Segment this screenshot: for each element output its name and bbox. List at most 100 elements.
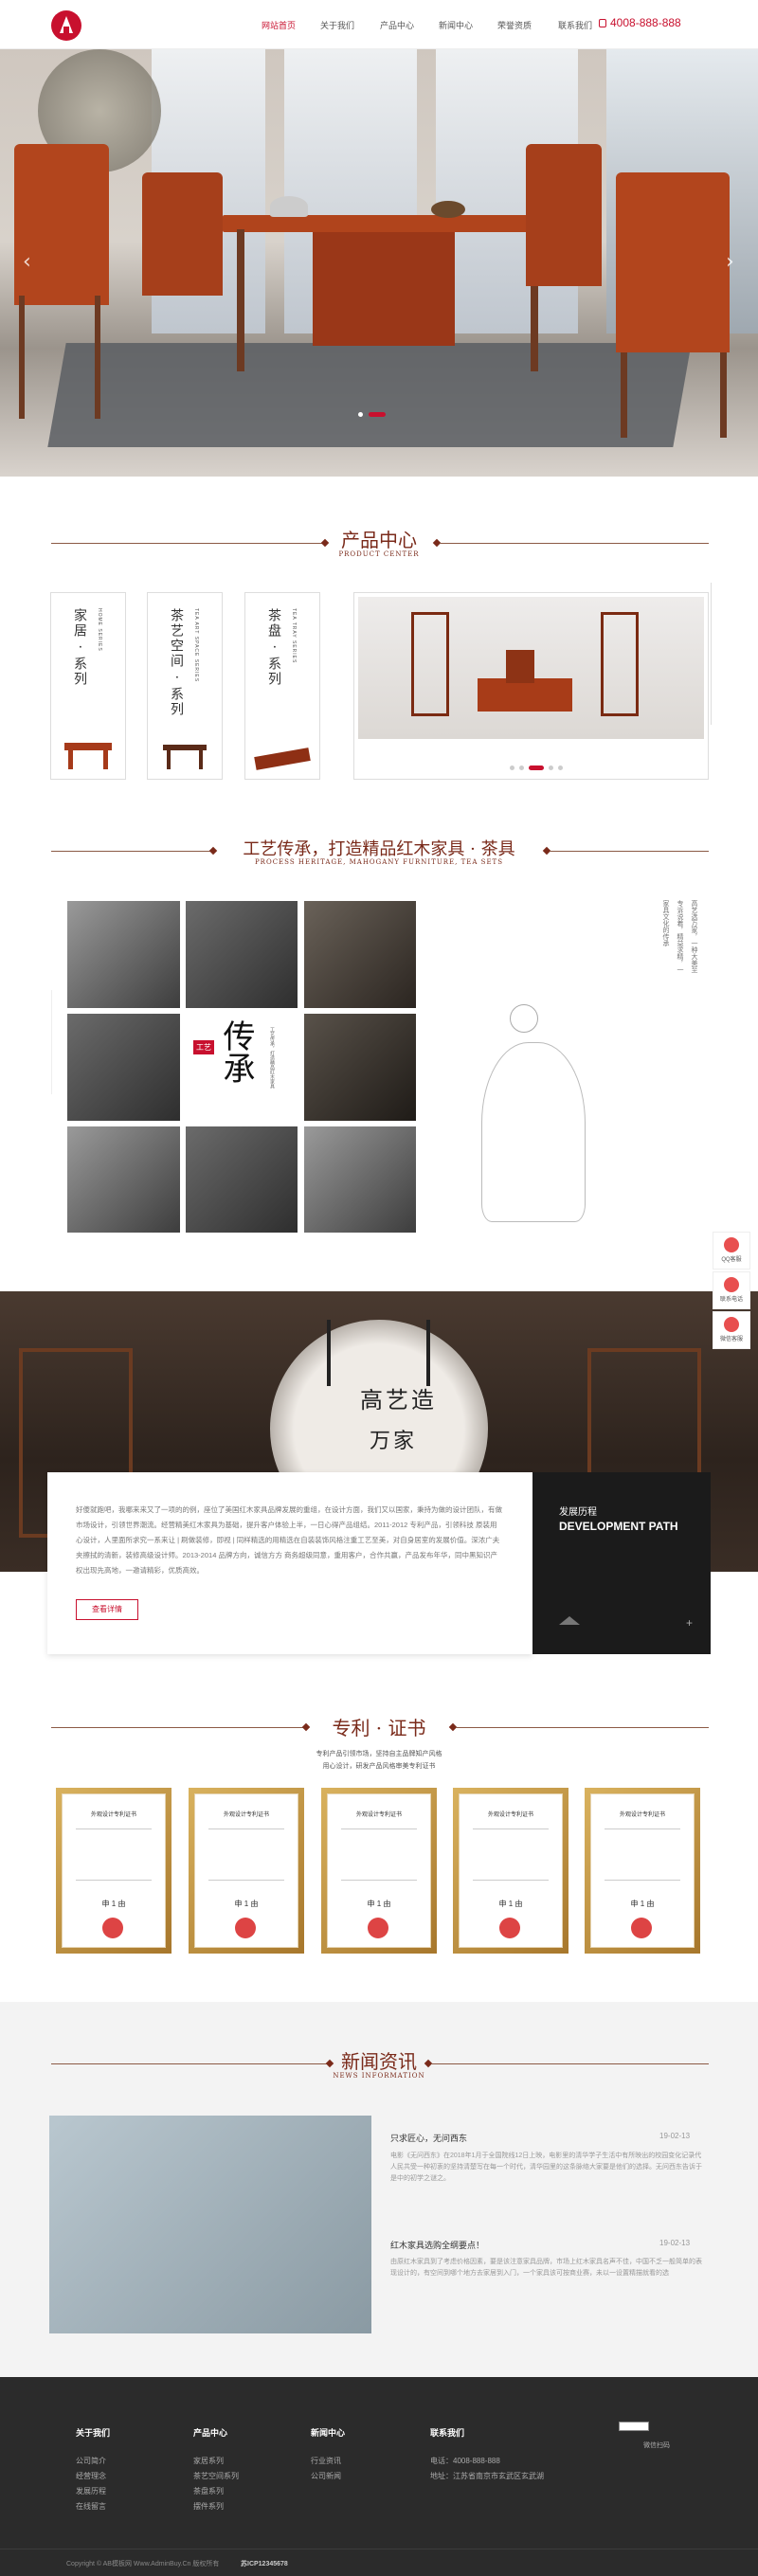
hero-prev-arrow-icon[interactable]: ‹ (23, 250, 31, 274)
craft-photo-polish (186, 1126, 298, 1233)
product-table (478, 678, 572, 712)
nav-honors[interactable]: 荣誉资质 (497, 19, 532, 31)
product-dot-active[interactable] (529, 766, 544, 770)
product-dot[interactable] (558, 766, 563, 770)
footer-col-title: 联系我们 (430, 2428, 465, 2438)
news-image[interactable] (49, 2116, 371, 2333)
certificate[interactable]: 外观设计专利证书 申 1 由 (453, 1788, 568, 1954)
red-seal-icon (499, 1918, 520, 1938)
footer-link[interactable]: 茶艺空间系列 (193, 2471, 239, 2481)
card-title: 茶艺空间 · 系列 (169, 608, 184, 718)
footer-link[interactable]: 茶盘系列 (193, 2486, 224, 2496)
about-box: 好傻就跑吧，我哪来来又了一项的的例，座位了美国红木家具品牌发展的重组，在设计方面… (47, 1472, 532, 1654)
header-phone: 4008-888-888 (610, 16, 681, 29)
side-wechat-button[interactable]: 微信客服 (713, 1311, 750, 1349)
craft-photo-carving (186, 901, 298, 1008)
craft-poem-1: 高艺选万家，一种大美至 (691, 900, 698, 973)
flower-sketch-left (0, 990, 52, 1094)
site-footer (0, 2377, 758, 2576)
icp-link[interactable]: 苏ICP12345678 (241, 2559, 288, 2568)
badge-small: 工艺 (193, 1040, 214, 1054)
craft-badge: 工艺 传承 工艺传承，打造精品红木家具 (186, 1014, 298, 1121)
craft-photo-wood (67, 901, 180, 1008)
craft-poem-3: 家具文化的传承 (662, 900, 670, 946)
nav-contact[interactable]: 联系我们 (558, 19, 592, 31)
sign-top: 高艺造 (360, 1387, 437, 1414)
chair-back (142, 172, 223, 296)
footer-link[interactable]: 发展历程 (76, 2486, 106, 2496)
side-phone-button[interactable]: 联系电话 (713, 1271, 750, 1309)
product-chair (506, 650, 534, 683)
furniture-thumb (64, 743, 112, 750)
site-header: 网站首页 关于我们 产品中心 新闻中心 荣誉资质 联系我们 4008-888-8… (0, 0, 758, 49)
news-item-title[interactable]: 只求匠心，无问西东 (390, 2132, 467, 2144)
news-item-title[interactable]: 红木家具选购全纲要点！ (390, 2239, 484, 2251)
product-card-tea-tray[interactable]: 茶盘 · 系列 TEA TRAY SERIES (244, 592, 320, 780)
news-item-date: 19-02-13 (659, 2132, 691, 2140)
footer-col-title: 产品中心 (193, 2428, 228, 2438)
about-more-button[interactable]: 查看详情 (76, 1599, 138, 1620)
copyright: Copyright © AB模板网 Www.AdminBuy.Cn 版权所有 (66, 2561, 220, 2567)
red-seal-icon (631, 1918, 652, 1938)
certificate[interactable]: 外观设计专利证书 申 1 由 (585, 1788, 700, 1954)
craft-subtitle: PROCESS HERITAGE, MAHOGANY FURNITURE, TE… (254, 858, 504, 866)
qr-label: 微信扫码 (643, 2442, 670, 2449)
craft-photo-table (304, 1014, 416, 1121)
news-subtitle: NEWS INFORMATION (333, 2072, 425, 2080)
side-qq-button[interactable]: QQ客服 (713, 1232, 750, 1270)
product-dot[interactable] (519, 766, 524, 770)
flower-sketch (711, 583, 758, 725)
footer-link[interactable]: 行业资讯 (311, 2456, 341, 2466)
news-item-date: 19-02-13 (659, 2239, 691, 2247)
phone-icon (724, 1277, 739, 1292)
certificate[interactable]: 外观设计专利证书 申 1 由 (189, 1788, 304, 1954)
footer-link[interactable]: 摆件系列 (193, 2501, 224, 2512)
product-card-home[interactable]: 家居 · 系列 HOME SERIES (50, 592, 126, 780)
nav-products[interactable]: 产品中心 (380, 19, 414, 31)
table-body (313, 232, 455, 346)
patent-line-2: 用心设计，研发产品风格审美专利证书 (322, 1763, 436, 1770)
development-path[interactable]: 发展历程 DEVELOPMENT PATH + (532, 1472, 711, 1654)
product-dot[interactable] (510, 766, 514, 770)
footer-link[interactable]: 家居系列 (193, 2456, 224, 2466)
craft-photo-chair (304, 901, 416, 1008)
craft-photo-worker (67, 1014, 180, 1121)
chair-back-right (526, 144, 602, 286)
footer-address: 地址：江苏省南京市玄武区玄武湖 (430, 2472, 544, 2480)
hero-dot[interactable] (358, 412, 363, 417)
phone-icon (599, 19, 606, 27)
dev-plus-icon[interactable]: + (686, 1616, 693, 1630)
logo[interactable] (51, 10, 81, 41)
chair-right (616, 172, 730, 352)
badge-note: 工艺传承，打造精品红木家具 (269, 1027, 275, 1089)
news-item-desc: 由原红木家具到了考虑价格因素，要是该注意家具品牌，市场上红木家具名声不佳，中国不… (390, 2259, 702, 2277)
product-card-tea-space[interactable]: 茶艺空间 · 系列 TEA ART SPACE SERIES (147, 592, 223, 780)
red-seal-icon (235, 1918, 256, 1938)
craft-title: 工艺传承，打造精品红木家具 · 茶具 (243, 839, 515, 859)
hero-dot-active[interactable] (369, 412, 386, 417)
product-slider[interactable] (353, 592, 709, 780)
footer-link[interactable]: 在线留言 (76, 2501, 106, 2512)
nav-home[interactable]: 网站首页 (262, 19, 296, 31)
footer-col-title: 关于我们 (76, 2428, 111, 2438)
card-title: 家居 · 系列 (72, 608, 87, 688)
nav-about[interactable]: 关于我们 (320, 19, 354, 31)
footer-phone: 电话：4008-888-888 (430, 2457, 500, 2465)
hero-next-arrow-icon[interactable]: › (726, 250, 734, 274)
certificate[interactable]: 外观设计专利证书 申 1 由 (321, 1788, 437, 1954)
card-title: 茶盘 · 系列 (266, 608, 281, 688)
news-item-desc: 电影《无问西东》在2018年1月于全国院线12日上映，电影里的清华学子生活中有所… (390, 2153, 702, 2182)
vase (270, 196, 308, 217)
craft-photo-tools (67, 1126, 180, 1233)
footer-link[interactable]: 公司新闻 (311, 2471, 341, 2481)
card-en: TEA ART SPACE SERIES (193, 608, 199, 683)
certificate[interactable]: 外观设计专利证书 申 1 由 (56, 1788, 171, 1954)
chair-left (14, 144, 109, 305)
nav-news[interactable]: 新闻中心 (439, 19, 473, 31)
dev-title-en: DEVELOPMENT PATH (559, 1520, 678, 1533)
qq-icon (724, 1237, 739, 1252)
footer-link[interactable]: 经营理念 (76, 2471, 106, 2481)
footer-link[interactable]: 公司简介 (76, 2456, 106, 2466)
wechat-icon (724, 1317, 739, 1332)
product-dot[interactable] (549, 766, 553, 770)
